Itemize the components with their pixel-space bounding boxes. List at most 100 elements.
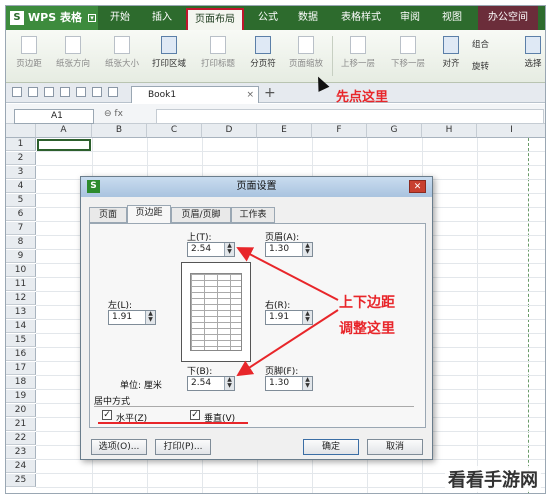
open-file-icon[interactable] [28,87,38,97]
spin-arrows-icon[interactable]: ▲ ▼ [302,243,312,256]
ok-button[interactable]: 确定 [303,439,359,455]
left-margin-field[interactable]: 1.91 ▲ ▼ [108,310,156,325]
print-icon[interactable] [60,87,70,97]
app-logo[interactable]: S WPS 表格 ▾ [6,6,98,30]
row-header[interactable]: 19 [6,390,36,403]
column-header[interactable]: B [92,124,147,138]
column-header[interactable]: A [36,124,92,138]
selected-cell[interactable] [37,139,91,151]
row-header[interactable]: 20 [6,404,36,417]
tab-table-style[interactable]: 表格样式 [332,6,390,30]
row-header[interactable]: 1 [6,138,36,151]
tab-margins[interactable]: 页边距 [127,205,171,224]
row-header[interactable]: 13 [6,306,36,319]
new-file-icon[interactable] [12,87,22,97]
column-header[interactable]: D [202,124,257,138]
footer-margin-field[interactable]: 1.30 ▲ ▼ [265,376,313,391]
formula-input[interactable] [156,109,544,124]
row-header[interactable]: 4 [6,180,36,193]
print-button[interactable]: 打印(P)... [155,439,211,455]
row-header[interactable]: 6 [6,208,36,221]
close-icon[interactable]: ✕ [409,180,426,193]
tab-view[interactable]: 视图 [434,6,470,30]
row-header[interactable]: 8 [6,236,36,249]
print-titles-button[interactable]: 打印标题 [196,36,240,69]
tab-header-footer[interactable]: 页眉/页脚 [171,207,231,223]
name-box[interactable]: A1 [14,109,94,124]
spin-arrows-icon[interactable]: ▲ ▼ [224,377,234,390]
spin-arrows-icon[interactable]: ▲ ▼ [302,311,312,324]
row-header[interactable]: 2 [6,152,36,165]
paper-size-button[interactable]: 纸张大小 [100,36,144,69]
row-header[interactable]: 14 [6,320,36,333]
group-button[interactable]: 组合 [472,38,506,50]
row-header[interactable]: 21 [6,418,36,431]
column-header[interactable]: C [147,124,202,138]
column-header[interactable]: G [367,124,422,138]
bring-forward-button[interactable]: 上移一层 [336,36,380,69]
row-header[interactable]: 25 [6,474,36,487]
spin-arrows-icon[interactable]: ▲ ▼ [145,311,155,324]
align-button[interactable]: 对齐 [436,36,466,69]
spin-arrows-icon[interactable]: ▲ ▼ [224,243,234,256]
tab-start[interactable]: 开始 [102,6,138,30]
rotate-button[interactable]: 旋转 [472,60,506,72]
tab-sheet[interactable]: 工作表 [231,207,275,223]
row-header[interactable]: 16 [6,348,36,361]
vertical-checkbox[interactable]: ✓ [190,410,200,420]
tab-office-space[interactable]: 办公空间 [478,6,538,30]
row-header[interactable]: 17 [6,362,36,375]
tab-formulas[interactable]: 公式 [250,6,286,30]
tab-insert[interactable]: 插入 [144,6,180,30]
bottom-margin-field[interactable]: 2.54 ▲ ▼ [187,376,235,391]
column-header[interactable]: H [422,124,477,138]
print-area-button[interactable]: 打印区域 [146,36,192,69]
orientation-button[interactable]: 纸张方向 [50,36,96,69]
row-header[interactable]: 22 [6,432,36,445]
horizontal-checkbox[interactable]: ✓ [102,410,112,420]
tab-data[interactable]: 数据 [290,6,326,30]
column-header[interactable]: F [312,124,367,138]
select-icon [525,36,541,54]
select-all-corner[interactable] [6,124,36,138]
spin-arrows-icon[interactable]: ▲ ▼ [302,377,312,390]
column-header[interactable]: E [257,124,312,138]
row-header[interactable]: 15 [6,334,36,347]
grid-line [477,138,478,493]
workbook-tab[interactable]: Book1 × [131,86,259,103]
margins-button[interactable]: 页边距 [12,36,46,69]
margins-label: 页边距 [16,59,42,69]
tab-review[interactable]: 审阅 [392,6,428,30]
row-header[interactable]: 12 [6,292,36,305]
close-icon[interactable]: × [246,87,254,103]
row-header[interactable]: 24 [6,460,36,473]
row-header[interactable]: 10 [6,264,36,277]
row-header[interactable]: 7 [6,222,36,235]
row-header[interactable]: 18 [6,376,36,389]
fx-icon[interactable]: ⊖ fx [104,109,123,119]
send-backward-button[interactable]: 下移一层 [386,36,430,69]
redo-icon[interactable] [108,87,118,97]
preview-icon[interactable] [76,87,86,97]
new-tab-button[interactable]: + [264,85,276,101]
options-button[interactable]: 选项(O)... [91,439,147,455]
row-header[interactable]: 3 [6,166,36,179]
page-zoom-button[interactable]: 页面缩放 [284,36,328,69]
paper-size-icon [114,36,130,54]
header-margin-field[interactable]: 1.30 ▲ ▼ [265,242,313,257]
page-break-button[interactable]: 分页符 [244,36,282,69]
row-header[interactable]: 9 [6,250,36,263]
row-header[interactable]: 11 [6,278,36,291]
row-header[interactable]: 23 [6,446,36,459]
row-header[interactable]: 5 [6,194,36,207]
cancel-button[interactable]: 取消 [367,439,423,455]
select-button[interactable]: 选择 [520,36,545,69]
save-icon[interactable] [44,87,54,97]
dialog-title-bar: S 页面设置 ✕ [81,177,432,197]
page-preview-grid [190,273,242,351]
right-margin-field[interactable]: 1.91 ▲ ▼ [265,310,313,325]
top-margin-field[interactable]: 2.54 ▲ ▼ [187,242,235,257]
undo-icon[interactable] [92,87,102,97]
column-header[interactable]: I [477,124,545,138]
tab-page[interactable]: 页面 [89,207,127,223]
